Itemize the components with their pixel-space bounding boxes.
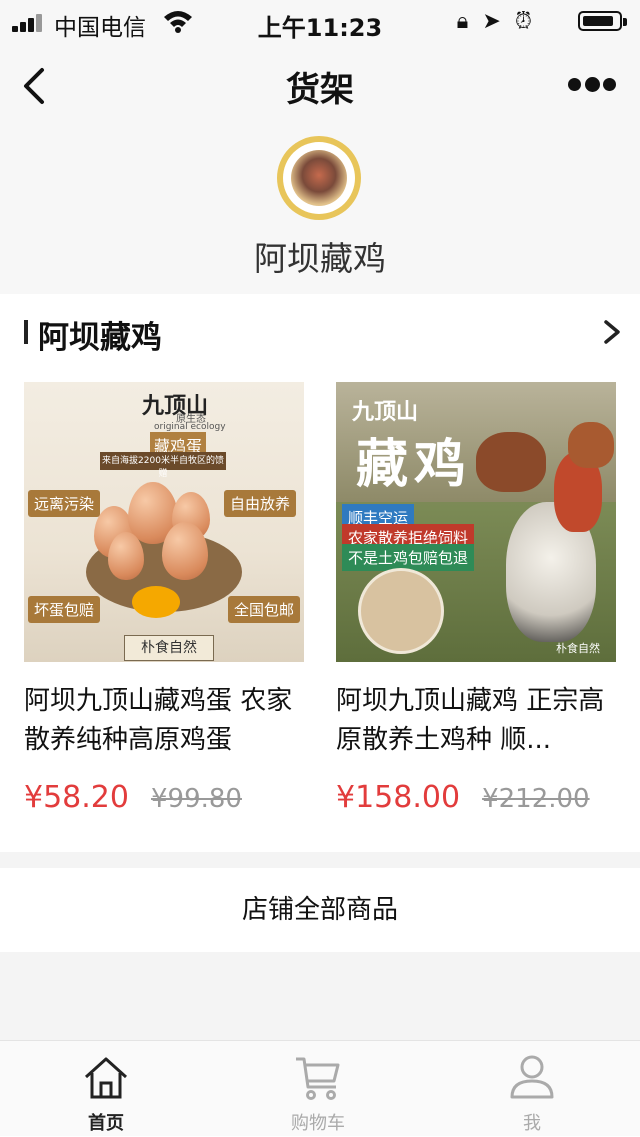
more-options-button[interactable] <box>566 76 618 96</box>
image-watermark: 朴食自然 <box>556 642 600 655</box>
shop-logo[interactable] <box>277 136 361 220</box>
egg-yolk <box>132 586 180 618</box>
product-original-price: ¥212.00 <box>482 784 590 814</box>
product-section: 阿坝藏鸡 九顶山 原生态 original ecology 藏鸡蛋 来自海拔22… <box>0 294 640 852</box>
location-icon: ➤ <box>482 9 501 34</box>
navigation-bar: 货架 <box>0 44 640 128</box>
tab-home[interactable]: 首页 <box>46 1041 166 1137</box>
product-card[interactable]: 九顶山 藏鸡 顺丰空运 农家散养拒绝饲料 不是土鸡包赔包退 朴食自然 阿坝九顶山… <box>336 382 616 815</box>
image-stamp: 朴食自然 <box>124 635 214 661</box>
image-product-text: 藏鸡 <box>356 434 473 495</box>
image-ecology-text: original ecology <box>154 422 226 432</box>
alarm-icon: ⏰︎ <box>514 9 532 34</box>
product-price: ¥158.00 <box>336 780 461 815</box>
product-original-price: ¥99.80 <box>150 784 242 814</box>
page-title: 货架 <box>286 70 354 110</box>
tab-label: 首页 <box>88 1113 124 1134</box>
image-banner-text: 来自海拔2200米半自牧区的馈赠 <box>102 456 224 479</box>
tab-bar: 首页 购物车 我 <box>0 1040 640 1136</box>
image-tag: 全国包邮 <box>228 596 301 623</box>
image-tag: 远离污染 <box>28 490 101 517</box>
all-products-button[interactable]: 店铺全部商品 <box>0 868 640 952</box>
product-card[interactable]: 九顶山 原生态 original ecology 藏鸡蛋 来自海拔2200米半自… <box>24 382 304 815</box>
shop-header: 阿坝藏鸡 <box>0 128 640 294</box>
status-bar: 中国电信 上午11:23 🔒︎ ➤ ⏰︎ <box>0 0 640 44</box>
product-image[interactable]: 九顶山 原生态 original ecology 藏鸡蛋 来自海拔2200米半自… <box>24 382 304 662</box>
user-icon <box>510 1055 554 1099</box>
chevron-right-icon[interactable] <box>600 318 624 346</box>
product-image[interactable]: 九顶山 藏鸡 顺丰空运 农家散养拒绝饲料 不是土鸡包赔包退 朴食自然 <box>336 382 616 662</box>
shop-name: 阿坝藏鸡 <box>254 239 386 278</box>
tab-cart[interactable]: 购物车 <box>258 1041 378 1137</box>
product-title[interactable]: 阿坝九顶山藏鸡蛋 农家散养纯种高原鸡蛋 <box>24 682 304 760</box>
image-tag: 不是土鸡包赔包退 <box>342 544 475 571</box>
section-title[interactable]: 阿坝藏鸡 <box>38 312 162 357</box>
home-icon <box>84 1057 128 1099</box>
cart-icon <box>296 1057 340 1100</box>
product-price: ¥58.20 <box>24 780 129 815</box>
product-title[interactable]: 阿坝九顶山藏鸡 正宗高原散养土鸡种 顺... <box>336 682 616 760</box>
battery-icon <box>578 11 627 31</box>
tab-label: 我 <box>523 1113 541 1134</box>
page-background <box>0 952 640 1040</box>
tab-label: 购物车 <box>291 1113 345 1134</box>
section-divider <box>0 852 640 868</box>
image-tag: 坏蛋包赔 <box>28 596 101 623</box>
status-time: 上午11:23 <box>257 14 383 42</box>
orientation-lock-icon: 🔒︎ <box>456 9 469 34</box>
chicken-feet-image <box>358 568 444 654</box>
section-marker <box>24 320 28 344</box>
image-tag: 自由放养 <box>224 490 297 517</box>
tab-me[interactable]: 我 <box>472 1041 592 1137</box>
